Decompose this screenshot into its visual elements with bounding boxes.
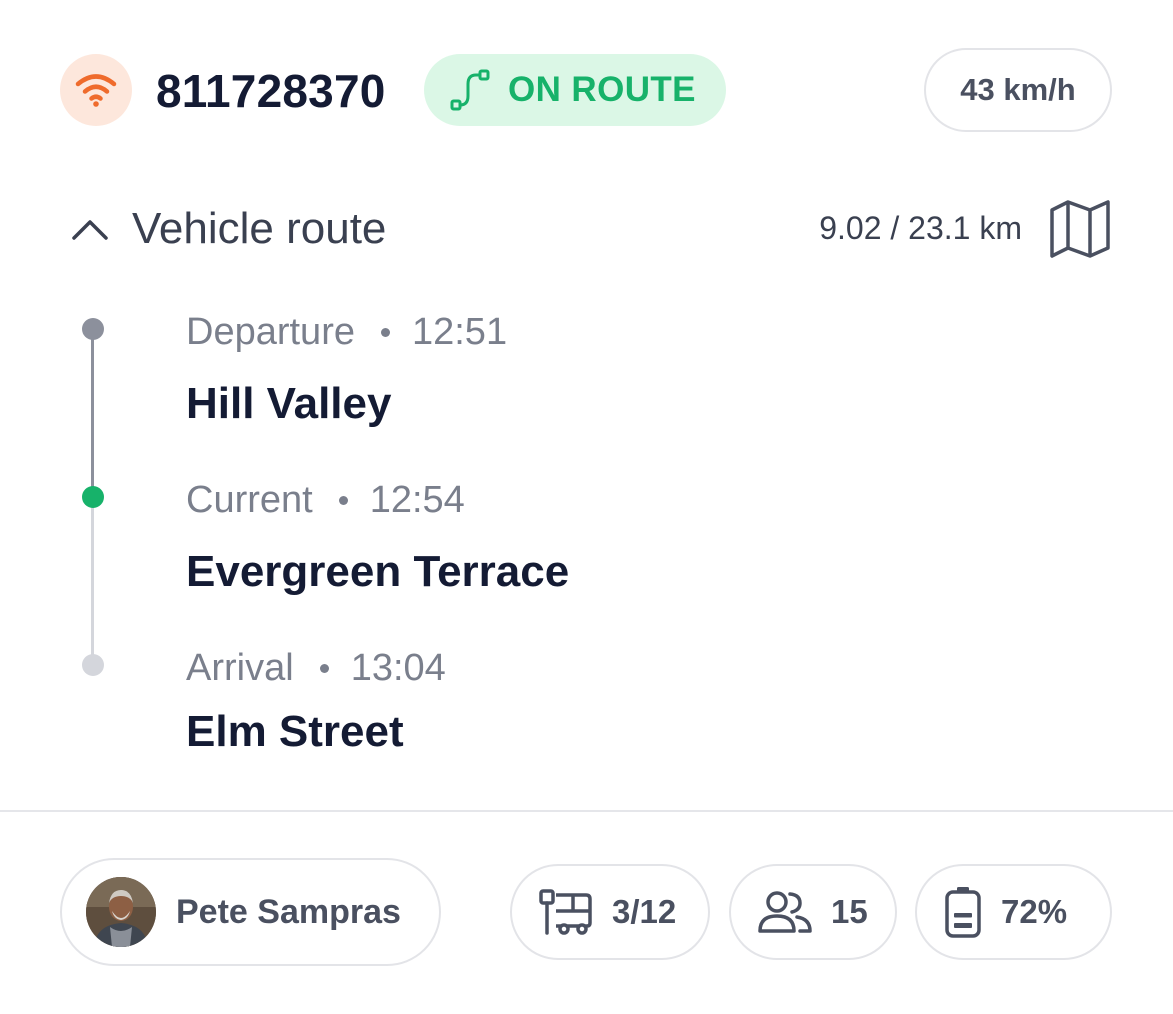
stop-meta: Arrival 13:04 — [186, 644, 446, 692]
stop-name: Evergreen Terrace — [186, 547, 570, 596]
separator-dot — [380, 327, 390, 337]
avatar — [86, 877, 156, 947]
users-icon — [758, 891, 812, 933]
passengers-badge: 15 — [729, 864, 897, 960]
timeline-dot-current — [82, 486, 104, 508]
stop-time: 12:51 — [411, 310, 508, 353]
status-label: ON ROUTE — [508, 70, 696, 109]
stop-arrival: Arrival 13:04 Elm Street — [186, 644, 446, 758]
stop-type: Current — [186, 478, 313, 521]
separator-dot — [338, 495, 348, 505]
section-divider — [0, 810, 1173, 812]
bus-stop-icon — [539, 889, 592, 935]
vehicle-id: 811728370 — [156, 65, 386, 117]
stop-time: 12:54 — [369, 478, 465, 521]
timeline-dot-arrival — [82, 654, 104, 676]
stop-meta: Current 12:54 — [186, 476, 569, 524]
stops-count-value: 3/12 — [612, 893, 677, 930]
timeline-line-remaining — [91, 498, 94, 666]
driver-chip[interactable]: Pete Sampras — [60, 858, 441, 966]
stop-departure: Departure 12:51 Hill Valley — [186, 308, 507, 430]
stop-time: 13:04 — [350, 646, 446, 689]
map-icon[interactable] — [1048, 198, 1112, 258]
route-title[interactable]: Vehicle route — [132, 204, 386, 254]
battery-badge: 72% — [915, 864, 1112, 960]
speed-badge: 43 km/h — [924, 48, 1112, 132]
wifi-signal-icon — [75, 74, 117, 107]
stop-current: Current 12:54 Evergreen Terrace — [186, 476, 569, 598]
status-badge: ON ROUTE — [424, 54, 726, 126]
route-icon — [450, 69, 490, 111]
stop-type: Departure — [186, 310, 355, 353]
chevron-up-icon[interactable] — [68, 212, 112, 248]
stop-name: Elm Street — [186, 707, 404, 756]
battery-value: 72% — [1001, 893, 1068, 930]
separator-dot — [319, 663, 329, 673]
stop-type: Arrival — [186, 646, 294, 689]
vehicle-header: 811728370 ON ROUTE 43 km/h — [60, 48, 1112, 132]
route-section-header: Vehicle route 9.02 / 23.1 km — [60, 196, 1112, 264]
stop-meta: Departure 12:51 — [186, 308, 507, 356]
timeline-dot-departure — [82, 318, 104, 340]
passengers-value: 15 — [831, 893, 868, 930]
driver-name: Pete Sampras — [176, 892, 401, 931]
signal-badge — [60, 54, 132, 126]
driver-avatar — [86, 877, 156, 947]
timeline-line-completed — [91, 330, 94, 498]
route-distance: 9.02 / 23.1 km — [819, 210, 1022, 246]
stops-count-badge: 3/12 — [510, 864, 710, 960]
route-timeline: Departure 12:51 Hill Valley Current 12:5… — [60, 300, 1112, 770]
battery-icon — [945, 887, 981, 938]
stop-name: Hill Valley — [186, 379, 392, 428]
